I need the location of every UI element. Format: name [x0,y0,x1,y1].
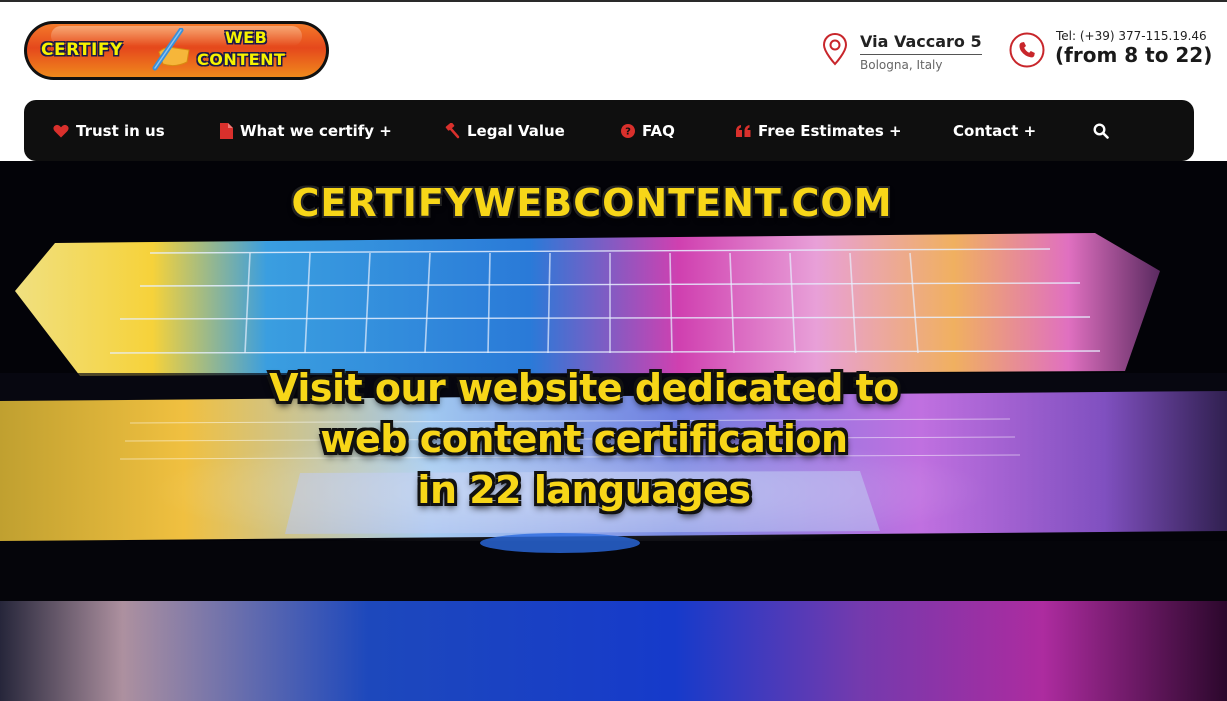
quote-icon [736,124,751,137]
map-pin-icon [822,32,848,66]
search-button[interactable] [1093,100,1109,161]
nav-item-contact[interactable]: Contact + [953,100,1036,161]
nav-label: What we certify + [240,121,392,140]
nav-label: FAQ [642,121,675,140]
logo-text-certify: CERTIFY [41,40,123,60]
address-city: Bologna, Italy [860,58,943,72]
file-icon [220,122,233,139]
svg-text:?: ? [625,126,631,137]
hero-banner[interactable]: CERTIFYWEBCONTENT.COM Visit our website … [0,161,1227,701]
nav-item-legal-value[interactable]: Legal Value [443,100,565,161]
phone-icon [1009,32,1045,68]
nav-item-trust[interactable]: Trust in us [53,100,165,161]
logo-badge: CERTIFY WEB CONTENT [27,24,326,77]
search-icon [1093,122,1109,139]
nav-label: Trust in us [76,121,165,140]
nav-label: Legal Value [467,121,565,140]
address-street[interactable]: Via Vaccaro 5 [860,32,982,55]
main-nav: Trust in us What we certify + Legal Valu… [24,100,1194,161]
question-circle-icon: ? [621,123,635,138]
nav-label: Free Estimates + [758,121,902,140]
nav-label: Contact + [953,121,1037,140]
hero-message-line: Visit our website dedicated to [269,366,899,410]
phone-number[interactable]: Tel: (+39) 377-115.19.46 [1056,29,1207,43]
site-logo[interactable]: CERTIFY WEB CONTENT [24,21,329,80]
logo-text-web: WEB [225,28,268,47]
nav-item-what-we-certify[interactable]: What we certify + [220,100,392,161]
hero-message: Visit our website dedicated to web conte… [0,363,1168,516]
pen-icon [152,28,190,71]
hero-message-line: web content certification [320,417,848,461]
heart-icon [53,124,69,138]
nav-item-faq[interactable]: ? FAQ [621,100,675,161]
site-header: CERTIFY WEB CONTENT Via Vaccaro 5 Bologn… [0,2,1227,100]
logo-text-content: CONTENT [197,50,286,69]
gavel-icon [443,122,460,139]
hero-title: CERTIFYWEBCONTENT.COM [291,181,893,225]
nav-item-free-estimates[interactable]: Free Estimates + [736,100,902,161]
hero-message-line: in 22 languages [417,468,751,512]
phone-hours: (from 8 to 22) [1055,43,1213,67]
